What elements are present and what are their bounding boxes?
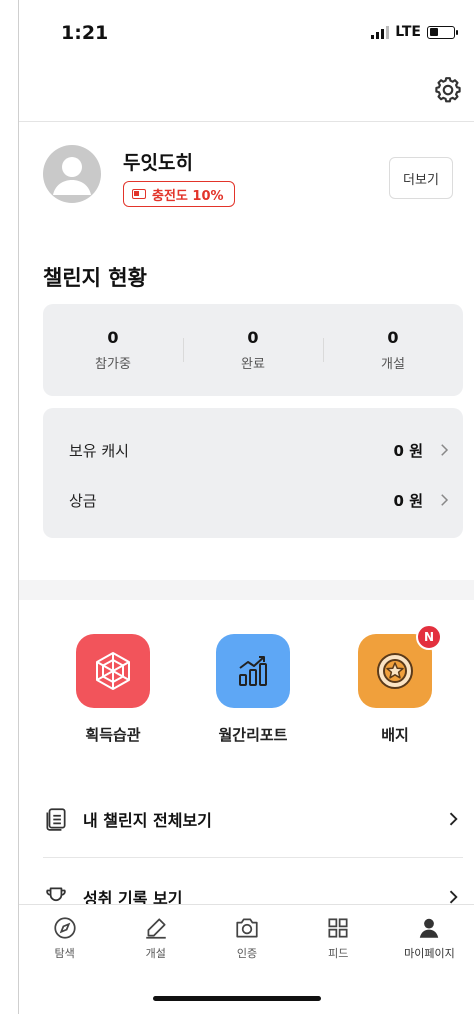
- wallet-label: 상금: [69, 491, 97, 510]
- battery-icon: [132, 189, 146, 199]
- tab-verify[interactable]: 인증: [201, 905, 292, 974]
- top-bar: [19, 70, 474, 122]
- stat-participating[interactable]: 0 참가중: [43, 304, 183, 396]
- stat-value: 0: [107, 328, 119, 347]
- document-icon: [46, 808, 66, 831]
- avatar[interactable]: [43, 145, 101, 203]
- tile-icon-bg: N: [358, 624, 442, 708]
- status-bar: 1:21 LTE: [19, 0, 474, 70]
- tab-bar: 탐색 개설 인증 피드 마이페이지: [19, 904, 474, 974]
- tile-habits[interactable]: 획득습관: [53, 634, 173, 745]
- wallet-row-cash[interactable]: 보유 캐시 0 원: [69, 430, 453, 470]
- chart-icon: [239, 656, 267, 686]
- section-divider: [19, 580, 474, 600]
- battery-icon: [427, 25, 458, 39]
- wallet-row-prize[interactable]: 상금 0 원: [69, 480, 453, 520]
- tab-feed[interactable]: 피드: [293, 905, 384, 974]
- web-icon: [96, 652, 130, 690]
- status-right: LTE: [371, 24, 458, 40]
- compass-icon: [53, 917, 76, 939]
- home-indicator: [153, 996, 321, 1001]
- stat-value: 0: [247, 328, 259, 347]
- menu-label: 내 챌린지 전체보기: [83, 811, 212, 830]
- tab-label: 탐색: [54, 947, 75, 960]
- gear-icon[interactable]: [431, 76, 465, 110]
- stat-label: 완료: [241, 357, 265, 372]
- camera-icon: [236, 918, 258, 938]
- tab-label: 인증: [236, 947, 258, 960]
- medal-icon: [377, 653, 413, 689]
- section-title: 챌린지 현황: [43, 266, 147, 290]
- chevron-right-icon: [441, 444, 449, 456]
- stat-label: 개설: [381, 357, 405, 372]
- tile-monthly-report[interactable]: 월간리포트: [193, 634, 313, 745]
- charge-badge: 충전도 10%: [123, 181, 235, 207]
- stat-opened[interactable]: 0 개설: [323, 304, 463, 396]
- wallet-label: 보유 캐시: [69, 441, 129, 460]
- tile-icon-bg: [216, 634, 290, 708]
- more-button[interactable]: 더보기: [389, 157, 453, 199]
- chevron-right-icon: [441, 494, 449, 506]
- profile-name: 두잇도히: [123, 152, 193, 174]
- menu-divider: [43, 857, 463, 858]
- tile-label: 배지: [381, 726, 409, 744]
- tab-label: 개설: [145, 947, 166, 960]
- new-badge: N: [416, 624, 442, 650]
- profile-card: 두잇도히 충전도 10% 더보기: [43, 145, 453, 215]
- wallet-card: 보유 캐시 0 원 상금 0 원: [43, 408, 463, 538]
- feature-tiles: 획득습관 월간리포트 N 배지: [19, 624, 474, 774]
- challenge-stats: 0 참가중 0 완료 0 개설: [43, 304, 463, 396]
- grid-icon: [328, 918, 348, 938]
- status-time: 1:21: [61, 22, 109, 44]
- tab-label: 피드: [328, 947, 349, 960]
- tab-create[interactable]: 개설: [110, 905, 201, 974]
- person-icon: [53, 157, 91, 195]
- signal-icon: [371, 25, 390, 39]
- stat-completed[interactable]: 0 완료: [183, 304, 323, 396]
- pencil-icon: [146, 918, 166, 939]
- app-screen: 1:21 LTE 두잇도히 충전도 10% 더보기 챌린지 현황 0 참가중 0…: [18, 0, 474, 1014]
- charge-label: 충전도 10%: [152, 188, 224, 204]
- wallet-amount: 0 원: [393, 491, 423, 510]
- person-icon: [420, 918, 439, 938]
- tile-label: 획득습관: [85, 726, 141, 744]
- tab-explore[interactable]: 탐색: [19, 905, 110, 974]
- stat-label: 참가중: [95, 357, 131, 372]
- stat-value: 0: [387, 328, 399, 347]
- menu-all-challenges[interactable]: 내 챌린지 전체보기: [43, 794, 463, 844]
- tab-label: 마이페이지: [404, 947, 455, 960]
- wallet-amount: 0 원: [393, 441, 423, 460]
- network-label: LTE: [395, 24, 421, 40]
- tab-mypage[interactable]: 마이페이지: [384, 905, 474, 974]
- tile-label: 월간리포트: [218, 726, 288, 744]
- tile-badge[interactable]: N 배지: [335, 624, 455, 745]
- tile-icon-bg: [76, 634, 150, 708]
- chevron-right-icon: [449, 812, 458, 826]
